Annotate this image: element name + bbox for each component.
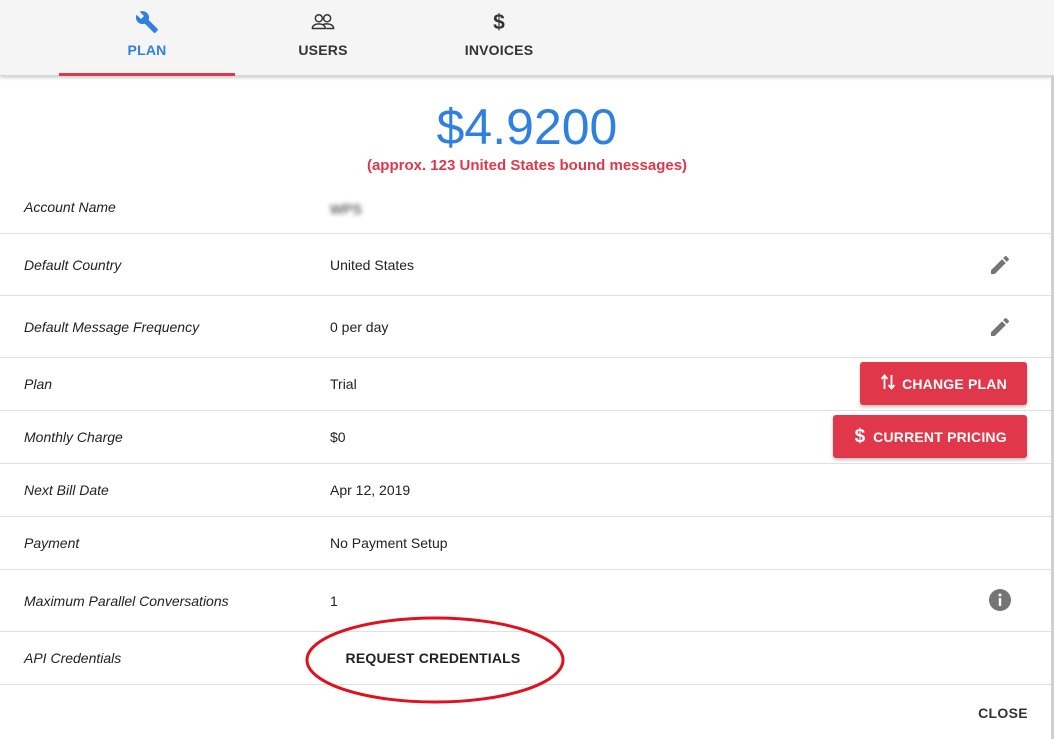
next-bill-date-value: Apr 12, 2019 bbox=[330, 482, 411, 498]
default-country-value: United States bbox=[330, 257, 415, 273]
default-frequency-label: Default Message Frequency bbox=[24, 319, 200, 335]
api-credentials-label: API Credentials bbox=[24, 650, 122, 666]
max-parallel-label: Maximum Parallel Conversations bbox=[24, 593, 229, 609]
edit-frequency-pencil-icon[interactable] bbox=[988, 315, 1012, 339]
tab-users-label: USERS bbox=[298, 42, 348, 58]
account-name-value: WPS bbox=[330, 201, 362, 217]
svg-text:$: $ bbox=[855, 426, 866, 445]
tab-invoices-label: INVOICES bbox=[464, 42, 534, 58]
tab-plan[interactable]: PLAN bbox=[59, 0, 235, 76]
default-country-label: Default Country bbox=[24, 257, 122, 273]
row-next-bill-date: Next Bill Date Apr 12, 2019 bbox=[0, 464, 1054, 517]
row-account-name: Account Name WPS bbox=[0, 180, 1054, 234]
account-name-label: Account Name bbox=[24, 199, 116, 215]
tab-plan-label: PLAN bbox=[127, 42, 167, 58]
info-icon[interactable] bbox=[988, 588, 1012, 612]
change-plan-label: CHANGE PLAN bbox=[902, 375, 1007, 392]
wrench-icon bbox=[135, 10, 159, 34]
close-button[interactable]: CLOSE bbox=[966, 700, 1040, 726]
plan-value: Trial bbox=[330, 376, 357, 392]
users-icon bbox=[311, 10, 335, 34]
change-plan-button[interactable]: CHANGE PLAN bbox=[860, 362, 1027, 405]
row-default-country: Default Country United States bbox=[0, 234, 1054, 296]
next-bill-date-label: Next Bill Date bbox=[24, 482, 109, 498]
current-pricing-label: CURRENT PRICING bbox=[873, 428, 1007, 445]
request-credentials-button[interactable]: REQUEST CREDENTIALS bbox=[336, 644, 530, 672]
current-pricing-button[interactable]: $ CURRENT PRICING bbox=[833, 415, 1027, 458]
dollar-icon: $ bbox=[487, 10, 511, 34]
tab-active-indicator bbox=[59, 73, 235, 76]
edit-country-pencil-icon[interactable] bbox=[988, 253, 1012, 277]
svg-text:$: $ bbox=[493, 11, 505, 34]
dollar-icon: $ bbox=[853, 425, 867, 448]
payment-label: Payment bbox=[24, 535, 80, 551]
row-payment: Payment No Payment Setup bbox=[0, 517, 1054, 570]
row-default-frequency: Default Message Frequency 0 per day bbox=[0, 296, 1054, 358]
balance-amount: $4.9200 bbox=[436, 99, 618, 155]
balance-approx-messages: (approx. 123 United States bound message… bbox=[366, 157, 688, 174]
tab-invoices[interactable]: $ INVOICES bbox=[411, 0, 587, 76]
row-max-parallel: Maximum Parallel Conversations 1 bbox=[0, 570, 1054, 632]
monthly-charge-label: Monthly Charge bbox=[24, 429, 123, 445]
tab-bar: PLAN USERS $ INVOICES bbox=[0, 0, 1054, 76]
default-frequency-value: 0 per day bbox=[330, 319, 389, 335]
max-parallel-value: 1 bbox=[330, 593, 338, 609]
swap-vertical-icon bbox=[880, 373, 896, 394]
payment-value: No Payment Setup bbox=[330, 535, 448, 551]
plan-label: Plan bbox=[24, 376, 53, 392]
tab-users[interactable]: USERS bbox=[235, 0, 411, 76]
monthly-charge-value: $0 bbox=[330, 429, 346, 445]
